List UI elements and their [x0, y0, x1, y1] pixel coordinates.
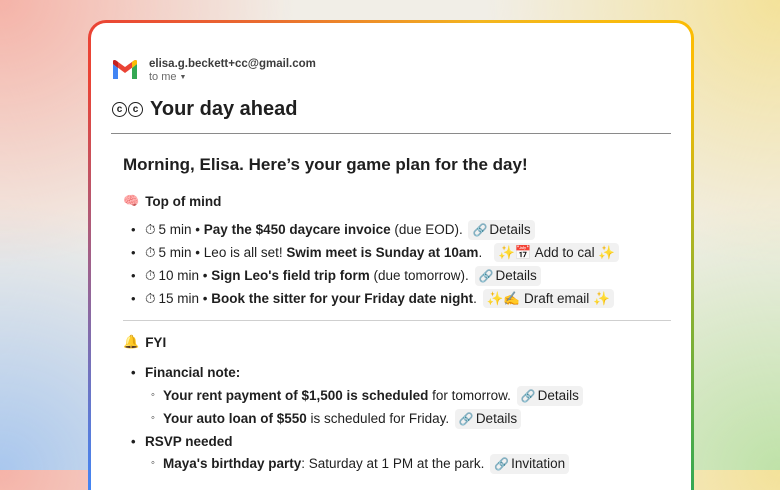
draft-email-button[interactable]: ✨✍️ Draft email ✨	[482, 289, 614, 308]
details-link[interactable]: 🔗 Details	[474, 266, 541, 286]
item-time: 10 min •	[158, 268, 208, 283]
recipient-details[interactable]: to me ▼	[149, 71, 316, 84]
email-title: Your day ahead	[150, 98, 298, 120]
timer-icon: ⏱	[145, 245, 156, 260]
section-title-label: Top of mind	[145, 193, 222, 209]
rsvp-items-list: Maya's birthday party: Saturday at 1 PM …	[151, 452, 570, 475]
fyi-list: Financial note:	[131, 361, 240, 384]
item-note: for tomorrow.	[428, 388, 511, 403]
item-time: 5 min •	[158, 222, 201, 237]
list-item: ⏱5 min • Leo is all set! Swim meet is Su…	[131, 241, 620, 264]
item-time: 15 min •	[158, 291, 208, 306]
section-title-label: FYI	[145, 334, 167, 350]
greeting-heading: Morning, Elisa. Here’s your game plan fo…	[123, 155, 528, 174]
details-link[interactable]: 🔗 Details	[454, 409, 522, 429]
list-item: ⏱15 min • Book the sitter for your Frida…	[131, 287, 619, 310]
link-icon: 🔗	[520, 389, 536, 403]
item-task: Swim meet is Sunday at 10am	[286, 245, 479, 260]
timer-icon: ⏱	[145, 222, 156, 237]
link-icon: 🔗	[494, 457, 510, 471]
email-card: elisa.g.beckett+cc@gmail.com to me ▼ c c…	[91, 23, 691, 490]
list-item: Your rent payment of $1,500 is scheduled…	[151, 384, 583, 407]
list-item: Maya's birthday party: Saturday at 1 PM …	[151, 452, 570, 475]
cc-logo-letter: c	[112, 102, 127, 117]
details-link[interactable]: 🔗 Details	[468, 220, 535, 240]
item-note: .	[473, 291, 477, 306]
chip-label: Details	[537, 388, 579, 403]
add-to-calendar-button[interactable]: ✨📅 Add to cal ✨	[493, 243, 620, 262]
item-task: Your rent payment of $1,500 is scheduled	[163, 388, 429, 403]
top-of-mind-heading: 🧠 Top of mind	[123, 193, 221, 209]
cc-logo-letter: c	[128, 102, 143, 117]
list-item: ⏱10 min • Sign Leo's field trip form (du…	[131, 264, 619, 287]
item-note: (due EOD).	[390, 222, 463, 237]
financial-items-list: Your rent payment of $1,500 is scheduled…	[151, 384, 583, 430]
chip-label: Details	[475, 411, 518, 426]
brain-icon: 🧠	[123, 193, 140, 208]
email-header: elisa.g.beckett+cc@gmail.com to me ▼	[111, 57, 316, 84]
link-icon: 🔗	[472, 223, 488, 237]
link-icon: 🔗	[478, 269, 494, 283]
item-note: .	[478, 245, 483, 260]
item-time: 5 min •	[158, 245, 201, 260]
gmail-logo-icon	[113, 60, 137, 79]
rsvp-list: RSVP needed	[131, 430, 233, 453]
item-task: Your auto loan of $550	[163, 411, 307, 426]
chip-label: Details	[489, 222, 531, 237]
timer-icon: ⏱	[145, 291, 156, 306]
rsvp-label: RSVP needed	[131, 430, 233, 453]
section-divider	[123, 320, 671, 321]
fyi-heading: 🔔 FYI	[123, 334, 166, 350]
item-note: : Saturday at 1 PM at the park.	[301, 456, 485, 471]
chip-label: Details	[495, 268, 537, 283]
timer-icon: ⏱	[145, 268, 156, 283]
item-prefix: Leo is all set!	[203, 245, 287, 260]
item-task: Maya's birthday party	[163, 456, 302, 471]
chevron-down-icon[interactable]: ▼	[180, 71, 187, 84]
sender-address[interactable]: elisa.g.beckett+cc@gmail.com	[149, 57, 316, 71]
item-task: Pay the $450 daycare invoice	[203, 222, 391, 237]
chip-label: Invitation	[511, 456, 566, 471]
item-note: is scheduled for Friday.	[306, 411, 450, 426]
link-icon: 🔗	[458, 412, 474, 426]
cc-logo-icon: c c	[112, 102, 144, 117]
item-task: Sign Leo's field trip form	[211, 268, 370, 283]
top-of-mind-list: ⏱5 min • Pay the $450 daycare invoice (d…	[131, 218, 620, 310]
financial-note-label: Financial note:	[131, 361, 240, 384]
recipient-label: to me	[149, 71, 177, 83]
invitation-link[interactable]: 🔗 Invitation	[490, 454, 570, 474]
item-task: Book the sitter for your Friday date nig…	[211, 291, 474, 306]
item-note: (due tomorrow).	[369, 268, 469, 283]
list-item: Your auto loan of $550 is scheduled for …	[151, 407, 583, 430]
email-title-row: c c Your day ahead	[112, 98, 297, 121]
details-link[interactable]: 🔗 Details	[516, 386, 583, 406]
bell-icon: 🔔	[123, 334, 140, 349]
list-item: ⏱5 min • Pay the $450 daycare invoice (d…	[131, 218, 619, 241]
title-divider	[111, 133, 671, 134]
email-card-frame: elisa.g.beckett+cc@gmail.com to me ▼ c c…	[88, 20, 694, 490]
